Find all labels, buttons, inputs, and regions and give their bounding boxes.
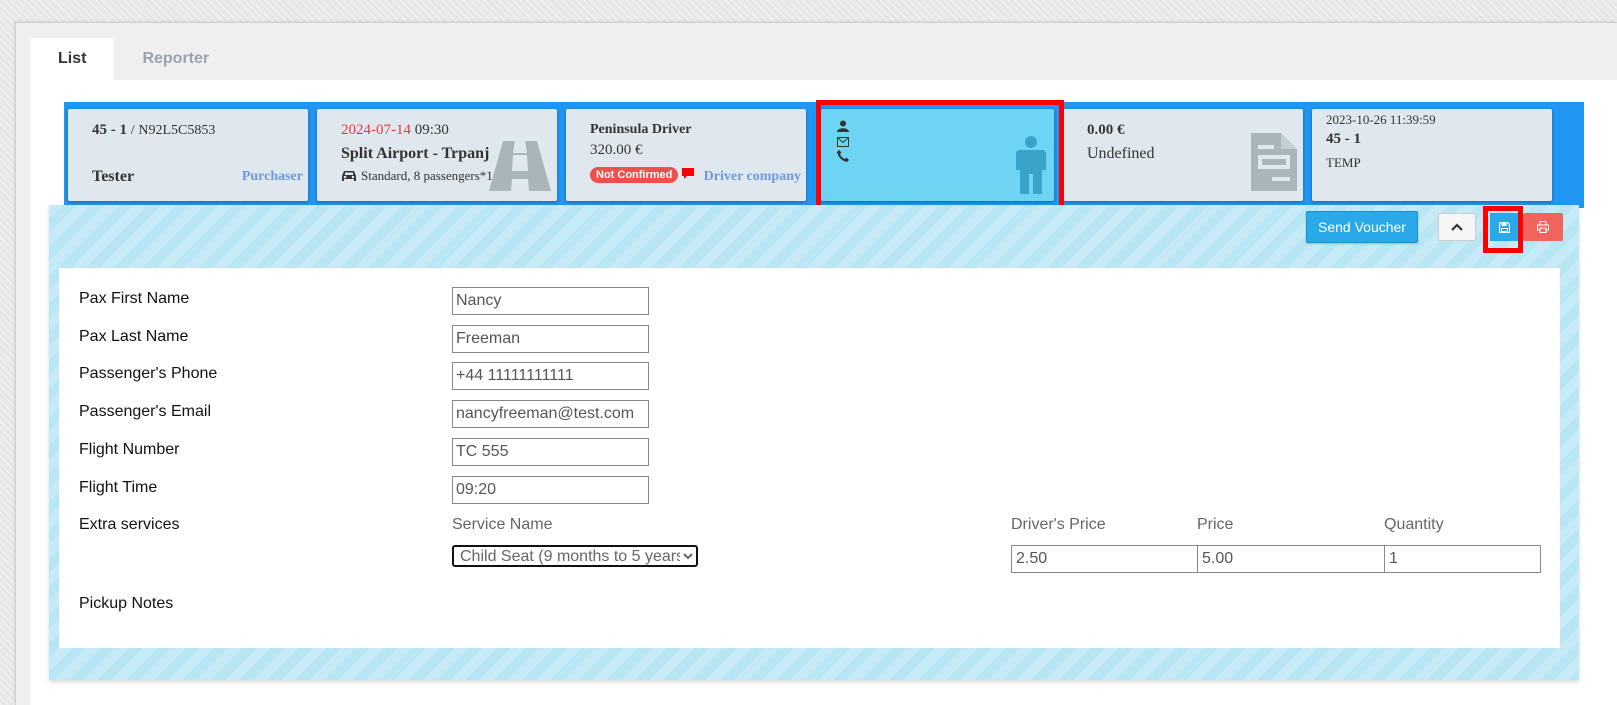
phone-input[interactable]	[452, 362, 649, 390]
email-label: Passenger's Email	[79, 403, 211, 420]
phone-label: Passenger's Phone	[79, 365, 218, 382]
passenger-form: Pax First Name Pax Last Name Passenger's…	[59, 268, 1560, 648]
invoice-icon	[1251, 133, 1297, 191]
send-voucher-button[interactable]: Send Voucher	[1306, 211, 1418, 243]
customer-name: Tester	[92, 168, 135, 185]
drivers-price-header: Driver's Price	[1011, 516, 1106, 533]
person-icon	[1016, 136, 1046, 194]
driver-company-label: Driver company	[703, 169, 801, 184]
comment-icon[interactable]	[681, 167, 695, 181]
email-input[interactable]	[452, 400, 649, 428]
service-name-header: Service Name	[452, 516, 553, 533]
car-icon	[342, 171, 356, 181]
print-icon	[1537, 221, 1549, 233]
main-container: List Reporter 45 - 1 / N92L5C5853 Tester…	[15, 22, 1617, 705]
extra-services-label: Extra services	[79, 516, 180, 533]
booking-card[interactable]: 45 - 1 / N92L5C5853 Tester Purchaser	[68, 109, 308, 201]
price-input[interactable]	[1197, 545, 1385, 573]
quantity-header: Quantity	[1384, 516, 1444, 533]
drivers-price-input[interactable]	[1011, 545, 1198, 573]
meta-id: 45 - 1	[1326, 131, 1361, 147]
meta-card[interactable]: 2023-10-26 11:39:59 45 - 1 TEMP	[1312, 109, 1552, 201]
trip-card[interactable]: 2024-07-14 09:30 Split Airport - Trpanj …	[317, 109, 557, 201]
road-icon	[489, 141, 551, 191]
price-header: Price	[1197, 516, 1234, 533]
trip-route: Split Airport - Trpanj	[341, 145, 490, 162]
envelope-icon	[837, 137, 849, 147]
first-name-label: Pax First Name	[79, 290, 190, 307]
tab-bar: List Reporter	[30, 38, 237, 80]
quantity-input[interactable]	[1384, 545, 1541, 573]
booking-separator: /	[130, 123, 135, 138]
booking-detail-panel: Send Voucher Pax First Name Nancy Pax La…	[49, 205, 1579, 680]
payment-amount: 0.00 €	[1087, 122, 1125, 138]
last-name-input[interactable]	[452, 325, 649, 353]
save-button[interactable]	[1490, 213, 1518, 241]
list-panel: 45 - 1 / N92L5C5853 Tester Purchaser 202…	[30, 80, 1617, 705]
meta-tag: TEMP	[1326, 155, 1361, 170]
save-icon	[1498, 221, 1510, 233]
print-button[interactable]	[1523, 213, 1563, 241]
payment-status: Undefined	[1087, 145, 1155, 162]
driver-price: 320.00 €	[590, 142, 643, 158]
contact-card[interactable]	[821, 109, 1054, 201]
pickup-notes-label: Pickup Notes	[79, 595, 174, 612]
flight-number-label: Flight Number	[79, 441, 180, 458]
flight-number-input[interactable]	[452, 438, 649, 466]
driver-name: Peninsula Driver	[590, 122, 692, 137]
user-icon	[837, 120, 849, 132]
booking-summary-bar[interactable]: 45 - 1 / N92L5C5853 Tester Purchaser 202…	[64, 102, 1584, 208]
driver-card[interactable]: Peninsula Driver 320.00 € Not Confirmed …	[566, 109, 806, 201]
flight-time-label: Flight Time	[79, 479, 158, 496]
tab-list[interactable]: List	[30, 38, 115, 80]
collapse-button[interactable]	[1438, 213, 1476, 241]
purchaser-label: Purchaser	[241, 169, 303, 184]
last-name-label: Pax Last Name	[79, 328, 189, 345]
booking-code: N92L5C5853	[138, 123, 216, 138]
chevron-up-icon	[1451, 223, 1463, 231]
first-name-input[interactable]	[452, 287, 649, 315]
trip-time: 09:30	[414, 122, 449, 138]
created-timestamp: 2023-10-26 11:39:59	[1326, 112, 1436, 127]
tab-reporter[interactable]: Reporter	[114, 38, 237, 80]
status-badge: Not Confirmed	[590, 167, 679, 183]
service-select[interactable]: Child Seat (9 months to 5 years)	[452, 545, 698, 567]
payment-card[interactable]: 0.00 € Undefined	[1063, 109, 1303, 201]
flight-time-input[interactable]	[452, 476, 649, 504]
trip-date: 2024-07-14	[341, 122, 411, 138]
phone-icon	[837, 150, 849, 162]
vehicle-info: Standard, 8 passengers*1	[361, 168, 493, 183]
booking-id: 45 - 1	[92, 122, 127, 138]
